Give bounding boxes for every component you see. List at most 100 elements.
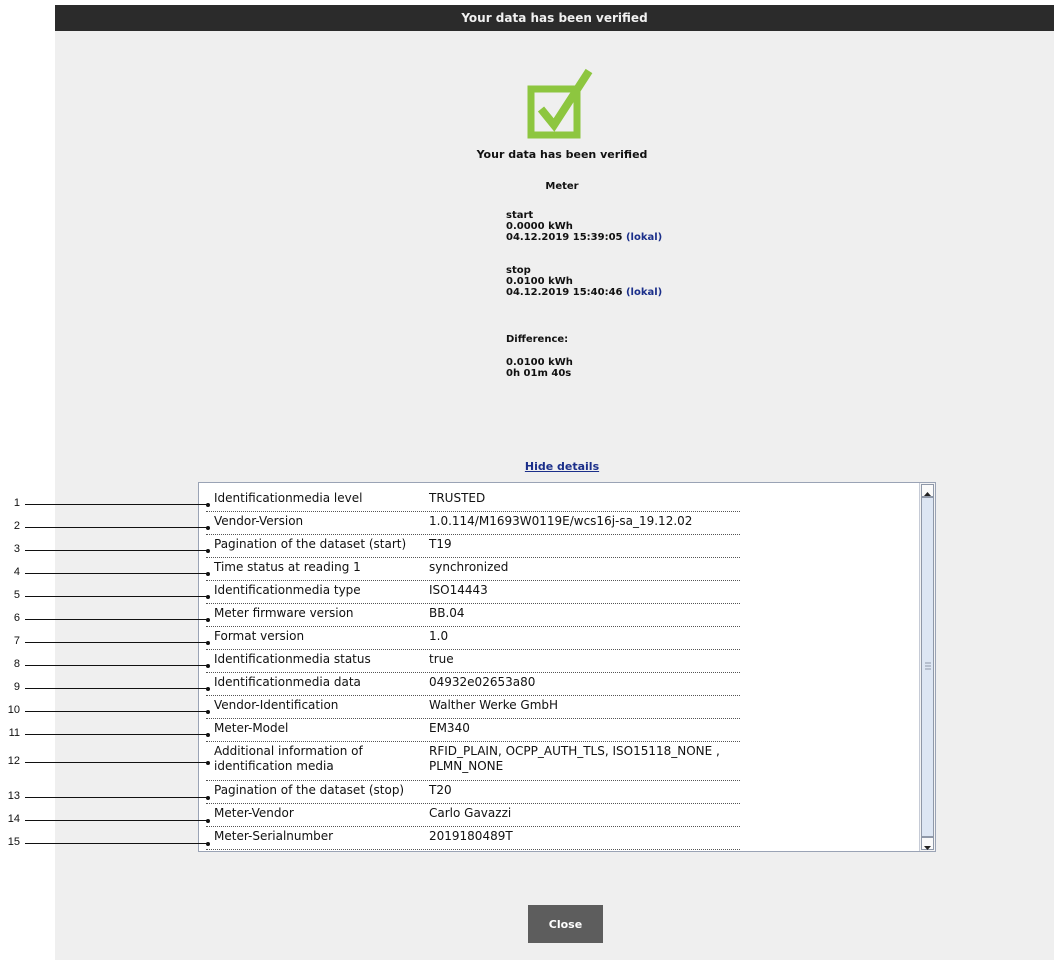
detail-row: Meter-Vendor Carlo Gavazzi — [206, 804, 740, 827]
callout-line — [25, 820, 208, 821]
detail-label: Identificationmedia level — [214, 491, 363, 505]
callout-dot — [206, 640, 210, 645]
callout-line — [25, 550, 208, 551]
callout-line — [25, 688, 208, 689]
callout-number: 3 — [13, 543, 20, 555]
stop-value: 0.0100 kWh — [506, 276, 573, 287]
scrollbar-thumb[interactable] — [921, 497, 934, 837]
callout-dot — [206, 818, 210, 823]
detail-label: Pagination of the dataset (start) — [214, 537, 407, 551]
callout-line — [25, 762, 208, 763]
detail-value: 1.0 — [429, 629, 449, 643]
detail-value: Carlo Gavazzi — [429, 806, 512, 820]
detail-value: Walther Werke GmbH — [429, 698, 559, 712]
detail-row: Pagination of the dataset (stop) T20 — [206, 781, 740, 804]
callout-line — [25, 797, 208, 798]
detail-label: Meter-Model — [214, 721, 289, 735]
meter-heading: Meter — [545, 181, 579, 192]
callout-dot — [206, 732, 210, 737]
start-tz-link[interactable]: (lokal) — [626, 232, 662, 243]
start-timestamp: 04.12.2019 15:39:05 — [506, 232, 623, 243]
callout-dot — [206, 760, 210, 765]
detail-row: Format version 1.0 — [206, 627, 740, 650]
hide-details-link[interactable]: Hide details — [430, 460, 694, 473]
callout-number: 14 — [7, 813, 20, 825]
scroll-down-arrow-icon[interactable] — [921, 837, 934, 850]
callout-number: 10 — [7, 704, 20, 716]
callout-dot — [206, 571, 210, 576]
verification-window: Your data has been verified Your data ha… — [55, 5, 1054, 960]
detail-row: Meter-Model EM340 — [206, 719, 740, 742]
detail-value: EM340 — [429, 721, 470, 735]
start-reading: start 0.0000 kWh 04.12.2019 15:39:05 (lo… — [506, 210, 662, 243]
detail-row: Meter firmware version BB.04 — [206, 604, 740, 627]
detail-value: synchronized — [429, 560, 509, 574]
stop-timestamp: 04.12.2019 15:40:46 — [506, 287, 623, 298]
callout-line — [25, 504, 208, 505]
detail-label: Vendor-Identification — [214, 698, 339, 712]
callout-dot — [206, 841, 210, 846]
detail-value: T20 — [429, 783, 452, 797]
callout-dot — [206, 548, 210, 553]
stop-reading: stop 0.0100 kWh 04.12.2019 15:40:46 (lok… — [506, 265, 662, 298]
detail-label: Meter-Serialnumber — [214, 829, 334, 843]
details-panel: Identificationmedia level TRUSTED Vendor-V… — [198, 482, 936, 852]
detail-label: Identificationmedia data — [214, 675, 361, 689]
start-label: start — [506, 210, 534, 221]
detail-row: Pagination of the dataset (start) T19 — [206, 535, 740, 558]
checkbox-checked-icon — [527, 68, 593, 139]
close-button[interactable]: Close — [528, 905, 603, 943]
callout-dot — [206, 502, 210, 507]
window-title: Your data has been verified — [55, 5, 1054, 31]
difference-values: 0.0100 kWh 0h 01m 40s — [506, 357, 573, 379]
callout-number: 12 — [7, 755, 20, 767]
callout-number: 15 — [7, 836, 20, 848]
detail-value: true — [429, 652, 454, 666]
callout-line — [25, 619, 208, 620]
callout-number: 8 — [13, 658, 20, 670]
callout-dot — [206, 525, 210, 530]
callout-number: 2 — [13, 520, 20, 532]
callout-dot — [206, 617, 210, 622]
callout-line — [25, 573, 208, 574]
callout-dot — [206, 795, 210, 800]
detail-value: 2019180489T — [429, 829, 513, 843]
detail-label: Vendor-Version — [214, 514, 304, 528]
callout-number: 11 — [8, 727, 20, 739]
callout-number: 9 — [13, 681, 20, 693]
detail-label: Time status at reading 1 — [214, 560, 361, 574]
callout-dot — [206, 663, 210, 668]
detail-label: Meter firmware version — [214, 606, 354, 620]
detail-label: Identificationmedia type — [214, 583, 361, 597]
callout-line — [25, 711, 208, 712]
stop-timestamp-line: 04.12.2019 15:40:46 (lokal) — [506, 287, 662, 298]
stop-tz-link[interactable]: (lokal) — [626, 287, 662, 298]
callout-number: 13 — [7, 790, 20, 802]
scroll-up-arrow-icon[interactable] — [921, 484, 934, 497]
detail-row: Time status at reading 1 synchronized — [206, 558, 740, 581]
callout-dot — [206, 709, 210, 714]
detail-row: Identificationmedia data 04932e02653a80 — [206, 673, 740, 696]
detail-value: BB.04 — [429, 606, 465, 620]
callout-number: 7 — [13, 635, 20, 647]
difference-duration: 0h 01m 40s — [506, 368, 572, 379]
start-timestamp-line: 04.12.2019 15:39:05 (lokal) — [506, 232, 662, 243]
difference-label: Difference: — [506, 334, 569, 345]
detail-row: Identificationmedia status true — [206, 650, 740, 673]
callout-number: 1 — [13, 497, 20, 509]
detail-row: Identificationmedia level TRUSTED — [206, 489, 740, 512]
detail-value: TRUSTED — [429, 491, 486, 505]
details-scrollbar[interactable] — [919, 483, 935, 851]
callout-line — [25, 527, 208, 528]
callout-number: 5 — [13, 589, 20, 601]
detail-value: RFID_PLAIN, OCPP_AUTH_TLS, ISO15118_NONE… — [429, 744, 720, 773]
callout-dot — [206, 686, 210, 691]
detail-row: Meter-Serialnumber 2019180489T — [206, 827, 740, 850]
detail-label: Format version — [214, 629, 305, 643]
detail-value: ISO14443 — [429, 583, 488, 597]
detail-row: Vendor-Version 1.0.114/M1693W0119E/wcs16j… — [206, 512, 740, 535]
callout-line — [25, 734, 208, 735]
detail-row: Additional information of identification… — [206, 742, 740, 781]
start-value: 0.0000 kWh — [506, 221, 573, 232]
stop-label: stop — [506, 265, 531, 276]
